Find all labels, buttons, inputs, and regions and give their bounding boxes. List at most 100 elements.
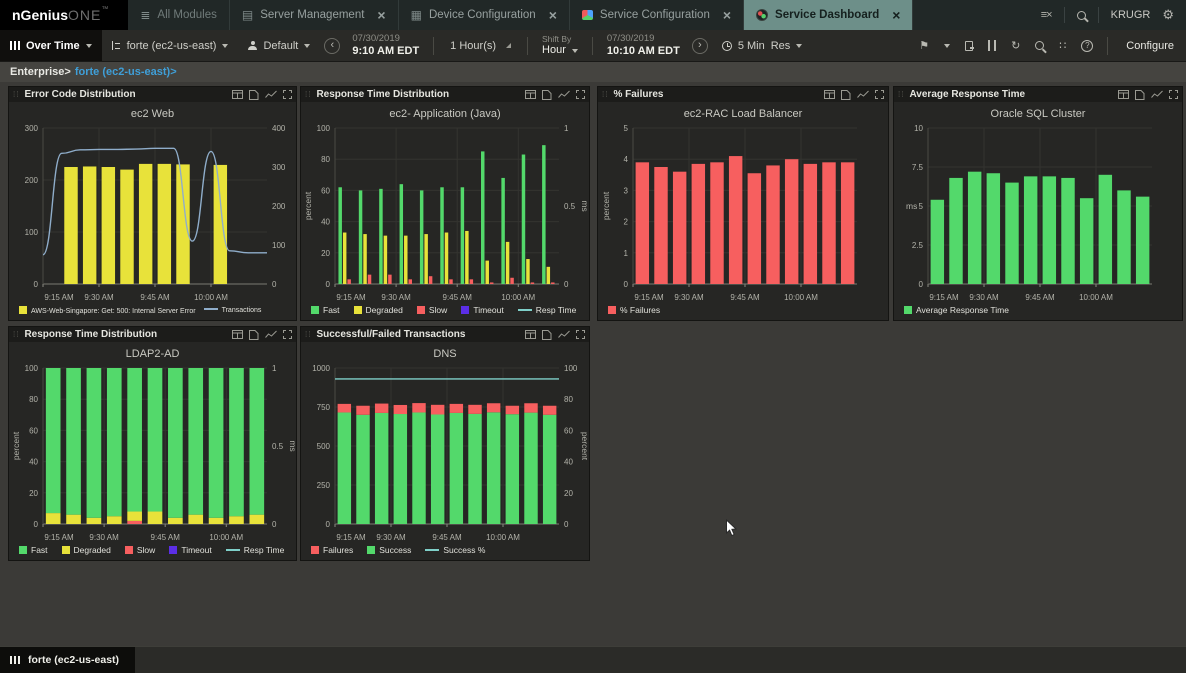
panel-header[interactable]: ⁞⁞ Response Time Distribution: [9, 327, 296, 342]
maximize-icon[interactable]: [576, 90, 585, 99]
legend-item[interactable]: Timeout: [461, 305, 503, 315]
legend-item[interactable]: Fast: [311, 305, 340, 315]
profile-selector[interactable]: Default: [238, 30, 320, 61]
username[interactable]: KRUGR: [1111, 9, 1151, 21]
table-view-icon[interactable]: [824, 90, 835, 99]
svg-text:ms: ms: [906, 201, 917, 211]
legend-item[interactable]: Slow: [125, 545, 155, 555]
start-datetime[interactable]: 07/30/2019 9:10 AM EDT: [344, 30, 427, 61]
end-datetime[interactable]: 07/30/2019 10:10 AM EDT: [599, 30, 688, 61]
panel-header[interactable]: ⁞⁞ % Failures: [598, 87, 888, 102]
svg-text:100: 100: [24, 364, 38, 373]
tab-all-modules[interactable]: ≣ All Modules: [128, 0, 230, 30]
expand-icon[interactable]: ∷: [1059, 39, 1066, 52]
legend-item[interactable]: Success %: [425, 545, 485, 555]
legend-item[interactable]: Fast: [19, 545, 48, 555]
tab-server-management[interactable]: ▤ Server Management ×: [230, 0, 399, 30]
export-icon[interactable]: [542, 90, 552, 100]
export-icon[interactable]: [249, 330, 259, 340]
svg-text:200: 200: [24, 176, 38, 185]
svg-text:9:30 AM: 9:30 AM: [381, 293, 411, 302]
close-tab-icon[interactable]: ×: [377, 8, 385, 22]
flag-icon[interactable]: ⚑: [919, 39, 929, 52]
table-view-icon[interactable]: [525, 90, 536, 99]
tab-service-dashboard[interactable]: Service Dashboard ×: [744, 0, 913, 30]
console-icon[interactable]: ≡×: [1041, 9, 1052, 21]
export-icon[interactable]: [965, 41, 973, 51]
table-view-icon[interactable]: [1118, 90, 1129, 99]
export-icon[interactable]: [249, 90, 259, 100]
pause-icon[interactable]: [988, 40, 996, 51]
duration-selector[interactable]: 1 Hour(s): [440, 30, 521, 61]
drag-handle-icon[interactable]: ⁞⁞: [13, 331, 19, 339]
trend-line-icon[interactable]: [265, 330, 277, 339]
chart-canvas[interactable]: 0123459:15 AM9:30 AM9:45 AM10:00 AMperce…: [601, 122, 885, 306]
legend-item[interactable]: AWS-Web-Singapore: Get: 500: Internal Se…: [19, 306, 196, 315]
tab-service-configuration[interactable]: Service Configuration ×: [570, 0, 744, 30]
legend-item[interactable]: Timeout: [169, 545, 211, 555]
legend-item[interactable]: Resp Time: [518, 305, 577, 315]
chevron-down-icon[interactable]: [944, 44, 950, 48]
drag-handle-icon[interactable]: ⁞⁞: [602, 91, 608, 99]
export-icon[interactable]: [542, 330, 552, 340]
legend-item[interactable]: Degraded: [62, 545, 111, 555]
export-icon[interactable]: [1135, 90, 1145, 100]
table-view-icon[interactable]: [525, 330, 536, 339]
close-tab-icon[interactable]: ×: [549, 8, 557, 22]
drag-handle-icon[interactable]: ⁞⁞: [13, 91, 19, 99]
panel-header[interactable]: ⁞⁞ Average Response Time: [894, 87, 1182, 102]
panel-header[interactable]: ⁞⁞ Successful/Failed Transactions: [301, 327, 589, 342]
maximize-icon[interactable]: [283, 330, 292, 339]
legend-item[interactable]: Average Response Time: [904, 305, 1009, 315]
table-view-icon[interactable]: [232, 330, 243, 339]
chart-canvas[interactable]: 02.557.5109:15 AM9:30 AM9:45 AM10:00 AMm…: [896, 122, 1180, 306]
close-tab-icon[interactable]: ×: [892, 8, 900, 22]
view-selector[interactable]: Over Time: [0, 30, 102, 61]
table-view-icon[interactable]: [232, 90, 243, 99]
trend-line-icon[interactable]: [857, 90, 869, 99]
chart-canvas[interactable]: 010020030001002003004009:15 AM9:30 AM9:4…: [11, 122, 295, 306]
maximize-icon[interactable]: [1169, 90, 1178, 99]
legend-item[interactable]: Failures: [311, 545, 353, 555]
help-icon[interactable]: ?: [1081, 40, 1093, 52]
shift-forward-button[interactable]: ›: [692, 38, 708, 54]
legend-item[interactable]: Success: [367, 545, 411, 555]
maximize-icon[interactable]: [875, 90, 884, 99]
drag-handle-icon[interactable]: ⁞⁞: [305, 91, 311, 99]
panel-header[interactable]: ⁞⁞ Response Time Distribution: [301, 87, 589, 102]
svg-text:0: 0: [33, 520, 38, 529]
chart-canvas[interactable]: 02040608010000.519:15 AM9:30 AM9:45 AM10…: [303, 122, 587, 306]
export-icon[interactable]: [841, 90, 851, 100]
context-selector[interactable]: forte (ec2-us-east): [102, 30, 239, 61]
zoom-icon[interactable]: [1035, 41, 1044, 50]
configure-button[interactable]: Configure: [1114, 30, 1186, 61]
trend-line-icon[interactable]: [265, 90, 277, 99]
legend-item[interactable]: % Failures: [608, 305, 660, 315]
legend-item[interactable]: Slow: [417, 305, 447, 315]
shift-by-selector[interactable]: Shift By Hour: [534, 30, 586, 61]
close-tab-icon[interactable]: ×: [723, 8, 731, 22]
resolution-selector[interactable]: 5 Min Res: [712, 30, 812, 61]
breadcrumb-root[interactable]: Enterprise>: [10, 66, 71, 78]
trend-line-icon[interactable]: [558, 90, 570, 99]
legend-item[interactable]: Resp Time: [226, 545, 285, 555]
trend-line-icon[interactable]: [558, 330, 570, 339]
legend-item[interactable]: Transactions: [204, 307, 262, 314]
drag-handle-icon[interactable]: ⁞⁞: [898, 91, 904, 99]
panel-header[interactable]: ⁞⁞ Error Code Distribution: [9, 87, 296, 102]
chart-canvas[interactable]: 02040608010000.519:15 AM9:30 AM9:45 AM10…: [11, 362, 295, 546]
trend-line-icon[interactable]: [1151, 90, 1163, 99]
shift-back-button[interactable]: ‹: [324, 38, 340, 54]
minimized-view-tab[interactable]: forte (ec2-us-east): [0, 647, 135, 673]
tab-device-configuration[interactable]: ▦ Device Configuration ×: [399, 0, 570, 30]
search-icon[interactable]: [1077, 11, 1086, 20]
chart-canvas[interactable]: 025050075010000204060801009:15 AM9:30 AM…: [303, 362, 587, 546]
breadcrumb-current[interactable]: forte (ec2-us-east)>: [75, 66, 177, 78]
gear-icon[interactable]: ⚙: [1162, 7, 1174, 23]
maximize-icon[interactable]: [283, 90, 292, 99]
legend-item[interactable]: Degraded: [354, 305, 403, 315]
refresh-icon[interactable]: ↻: [1011, 39, 1020, 52]
drag-handle-icon[interactable]: ⁞⁞: [305, 331, 311, 339]
maximize-icon[interactable]: [576, 330, 585, 339]
dashboard-panel: ⁞⁞ Successful/Failed Transactions DNS 02…: [300, 326, 590, 561]
